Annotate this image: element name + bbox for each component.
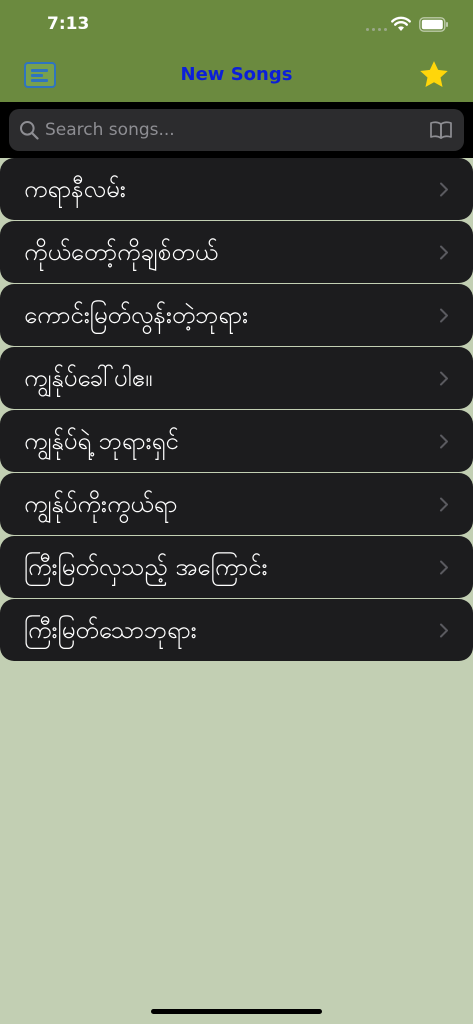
song-title: ကျွန်ုပ်ရဲ့ ဘုရားရှင်	[24, 427, 179, 455]
search-field[interactable]	[9, 109, 464, 151]
book-icon[interactable]	[429, 120, 453, 140]
song-row[interactable]: ကိုယ်တော့်ကိုချစ်တယ်	[0, 221, 473, 283]
search-bar	[0, 102, 473, 158]
song-list: ကရာနီလမ်း ကိုယ်တော့်ကိုချစ်တယ် ကောင်းမြတ…	[0, 158, 473, 662]
favorites-star-icon[interactable]	[418, 59, 450, 91]
song-title: ကြီးမြတ်သောဘုရား	[24, 616, 197, 644]
page-title: New Songs	[180, 64, 293, 85]
chevron-right-icon	[440, 497, 448, 512]
chevron-right-icon	[440, 371, 448, 386]
navigation-bar: 7:13 New Songs	[0, 0, 473, 102]
song-row[interactable]: ကျွန်ုပ်ခေါ်ပါဧ။	[0, 347, 473, 409]
chevron-right-icon	[440, 560, 448, 575]
song-row[interactable]: ကရာနီလမ်း	[0, 158, 473, 220]
chevron-right-icon	[440, 434, 448, 449]
song-title: ကောင်းမြတ်လွန်းတဲ့ဘုရား	[24, 301, 249, 329]
chevron-right-icon	[440, 623, 448, 638]
app-screen: 7:13 New Songs Search songs... ကရာနီလမ်း…	[0, 0, 473, 1024]
home-indicator[interactable]	[151, 1009, 322, 1014]
song-row[interactable]: ကျွန်ုပ်ရဲ့ ဘုရားရှင်	[0, 410, 473, 472]
battery-icon	[419, 17, 448, 32]
chevron-right-icon	[440, 245, 448, 260]
status-time: 7:13	[47, 14, 90, 34]
cellular-signal-icon	[366, 28, 387, 31]
song-row[interactable]: ကြီးမြတ်လှသည့် အကြောင်း	[0, 536, 473, 598]
song-row[interactable]: ကျွန်ုပ်ကိုးကွယ်ရာ	[0, 473, 473, 535]
chevron-right-icon	[440, 182, 448, 197]
menu-button[interactable]	[24, 62, 56, 88]
song-title: ကရာနီလမ်း	[24, 175, 126, 203]
list-icon	[31, 69, 48, 72]
chevron-right-icon	[440, 308, 448, 323]
song-row[interactable]: ကြီးမြတ်သောဘုရား	[0, 599, 473, 661]
song-title: ကျွန်ုပ်ခေါ်ပါဧ။	[24, 364, 153, 392]
song-title: ကိုယ်တော့်ကိုချစ်တယ်	[24, 238, 218, 266]
song-row[interactable]: ကောင်းမြတ်လွန်းတဲ့ဘုရား	[0, 284, 473, 346]
song-title: ကျွန်ုပ်ကိုးကွယ်ရာ	[24, 490, 178, 518]
search-icon	[20, 121, 39, 140]
wifi-icon	[391, 16, 411, 31]
song-title: ကြီးမြတ်လှသည့် အကြောင်း	[24, 553, 268, 581]
search-input[interactable]	[45, 109, 425, 151]
